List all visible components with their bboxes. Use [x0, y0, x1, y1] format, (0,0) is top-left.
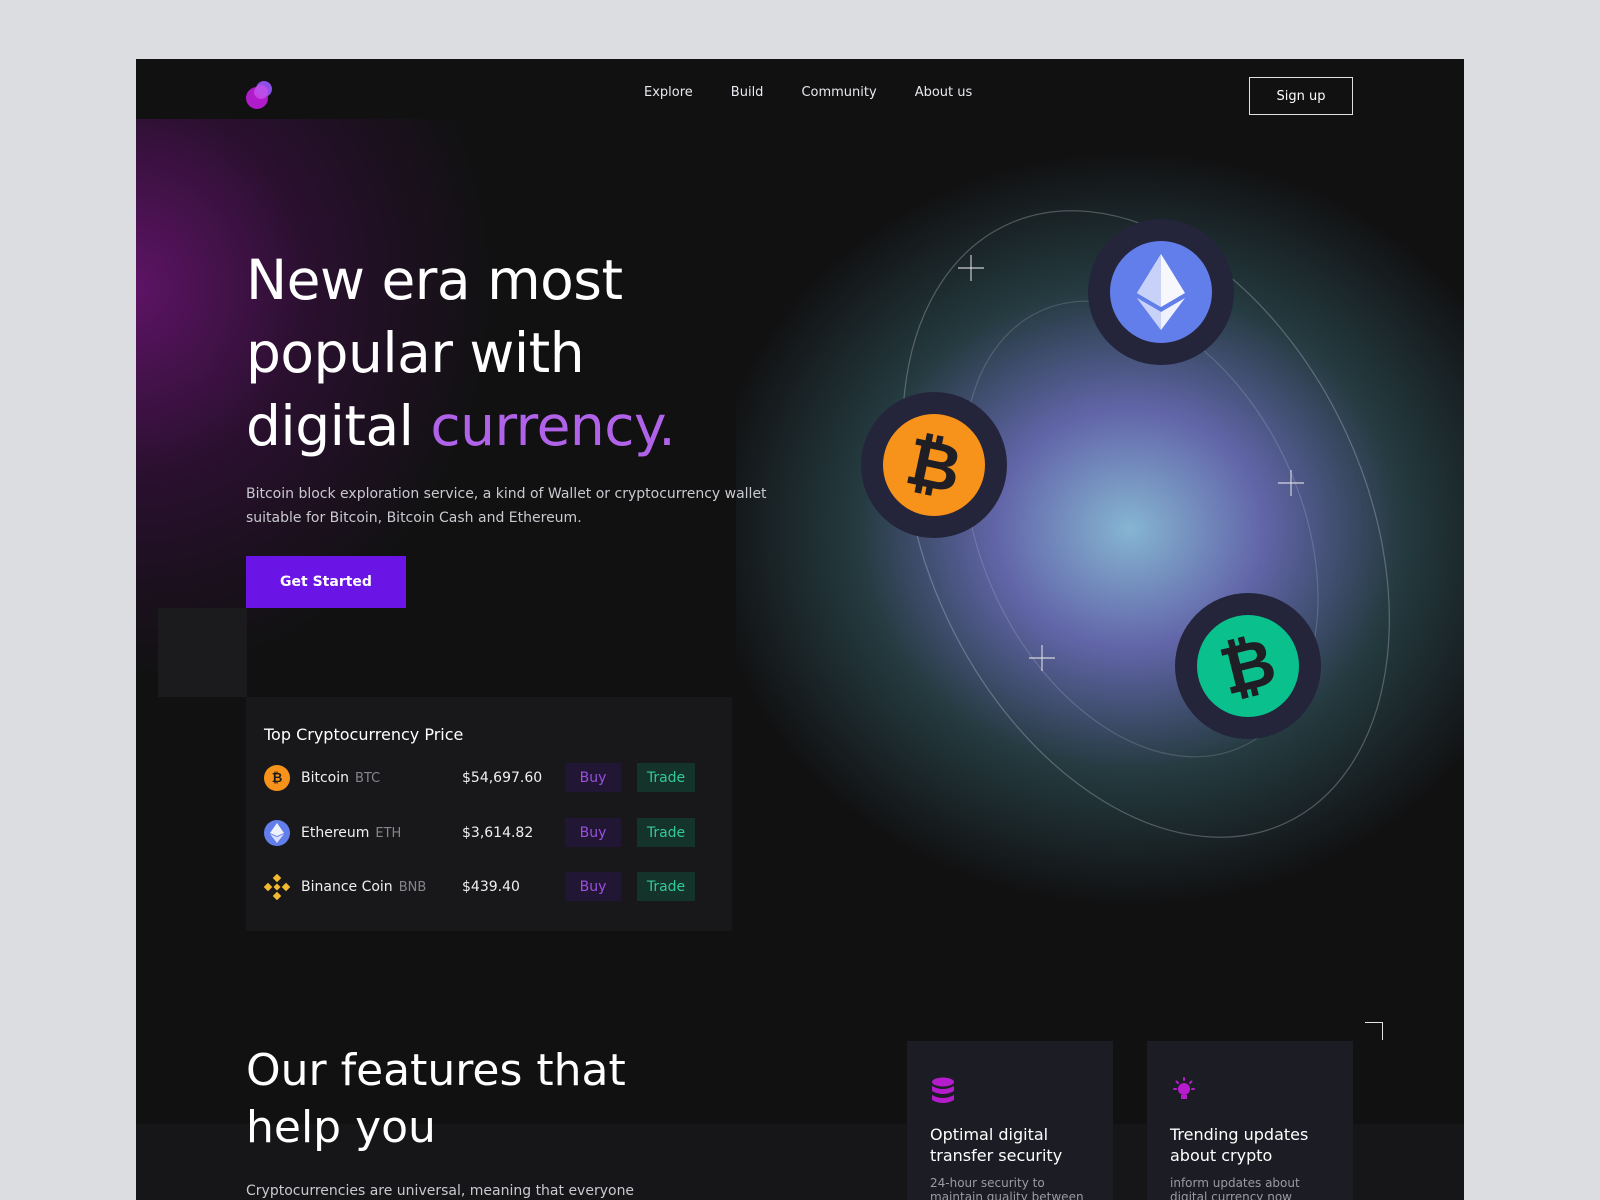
bitcoin-cash-coin: ₿: [1175, 593, 1321, 739]
feature-card[interactable]: Trending updates about crypto inform upd…: [1147, 1041, 1353, 1200]
ethereum-coin: [1088, 219, 1234, 365]
ethereum-icon: [1110, 241, 1212, 343]
feature-description: inform updates about digital currency no…: [1170, 1176, 1300, 1200]
bitcoin-cash-icon: ₿: [1197, 615, 1299, 717]
landing-page: Explore Build Community About us Sign up…: [136, 59, 1464, 1200]
feature-title: Optimal digital transfer security: [930, 1125, 1063, 1165]
bitcoin-coin: ₿: [861, 392, 1007, 538]
feature-description: 24-hour security to maintain quality bet…: [930, 1176, 1084, 1200]
corner-mark: [1365, 1022, 1383, 1040]
lightbulb-icon: [1171, 1077, 1195, 1105]
features-text: Cryptocurrencies are universal, meaning …: [246, 1183, 635, 1199]
features-title-line-1: Our features that: [246, 1045, 626, 1096]
feature-card[interactable]: Optimal digital transfer security 24-hou…: [907, 1041, 1113, 1200]
database-icon: [931, 1077, 955, 1105]
features-title-line-2: help you: [246, 1102, 436, 1153]
feature-title: Trending updates about crypto: [1170, 1125, 1309, 1165]
features-title: Our features that help you: [246, 1042, 746, 1156]
bitcoin-icon: ₿: [883, 414, 985, 516]
